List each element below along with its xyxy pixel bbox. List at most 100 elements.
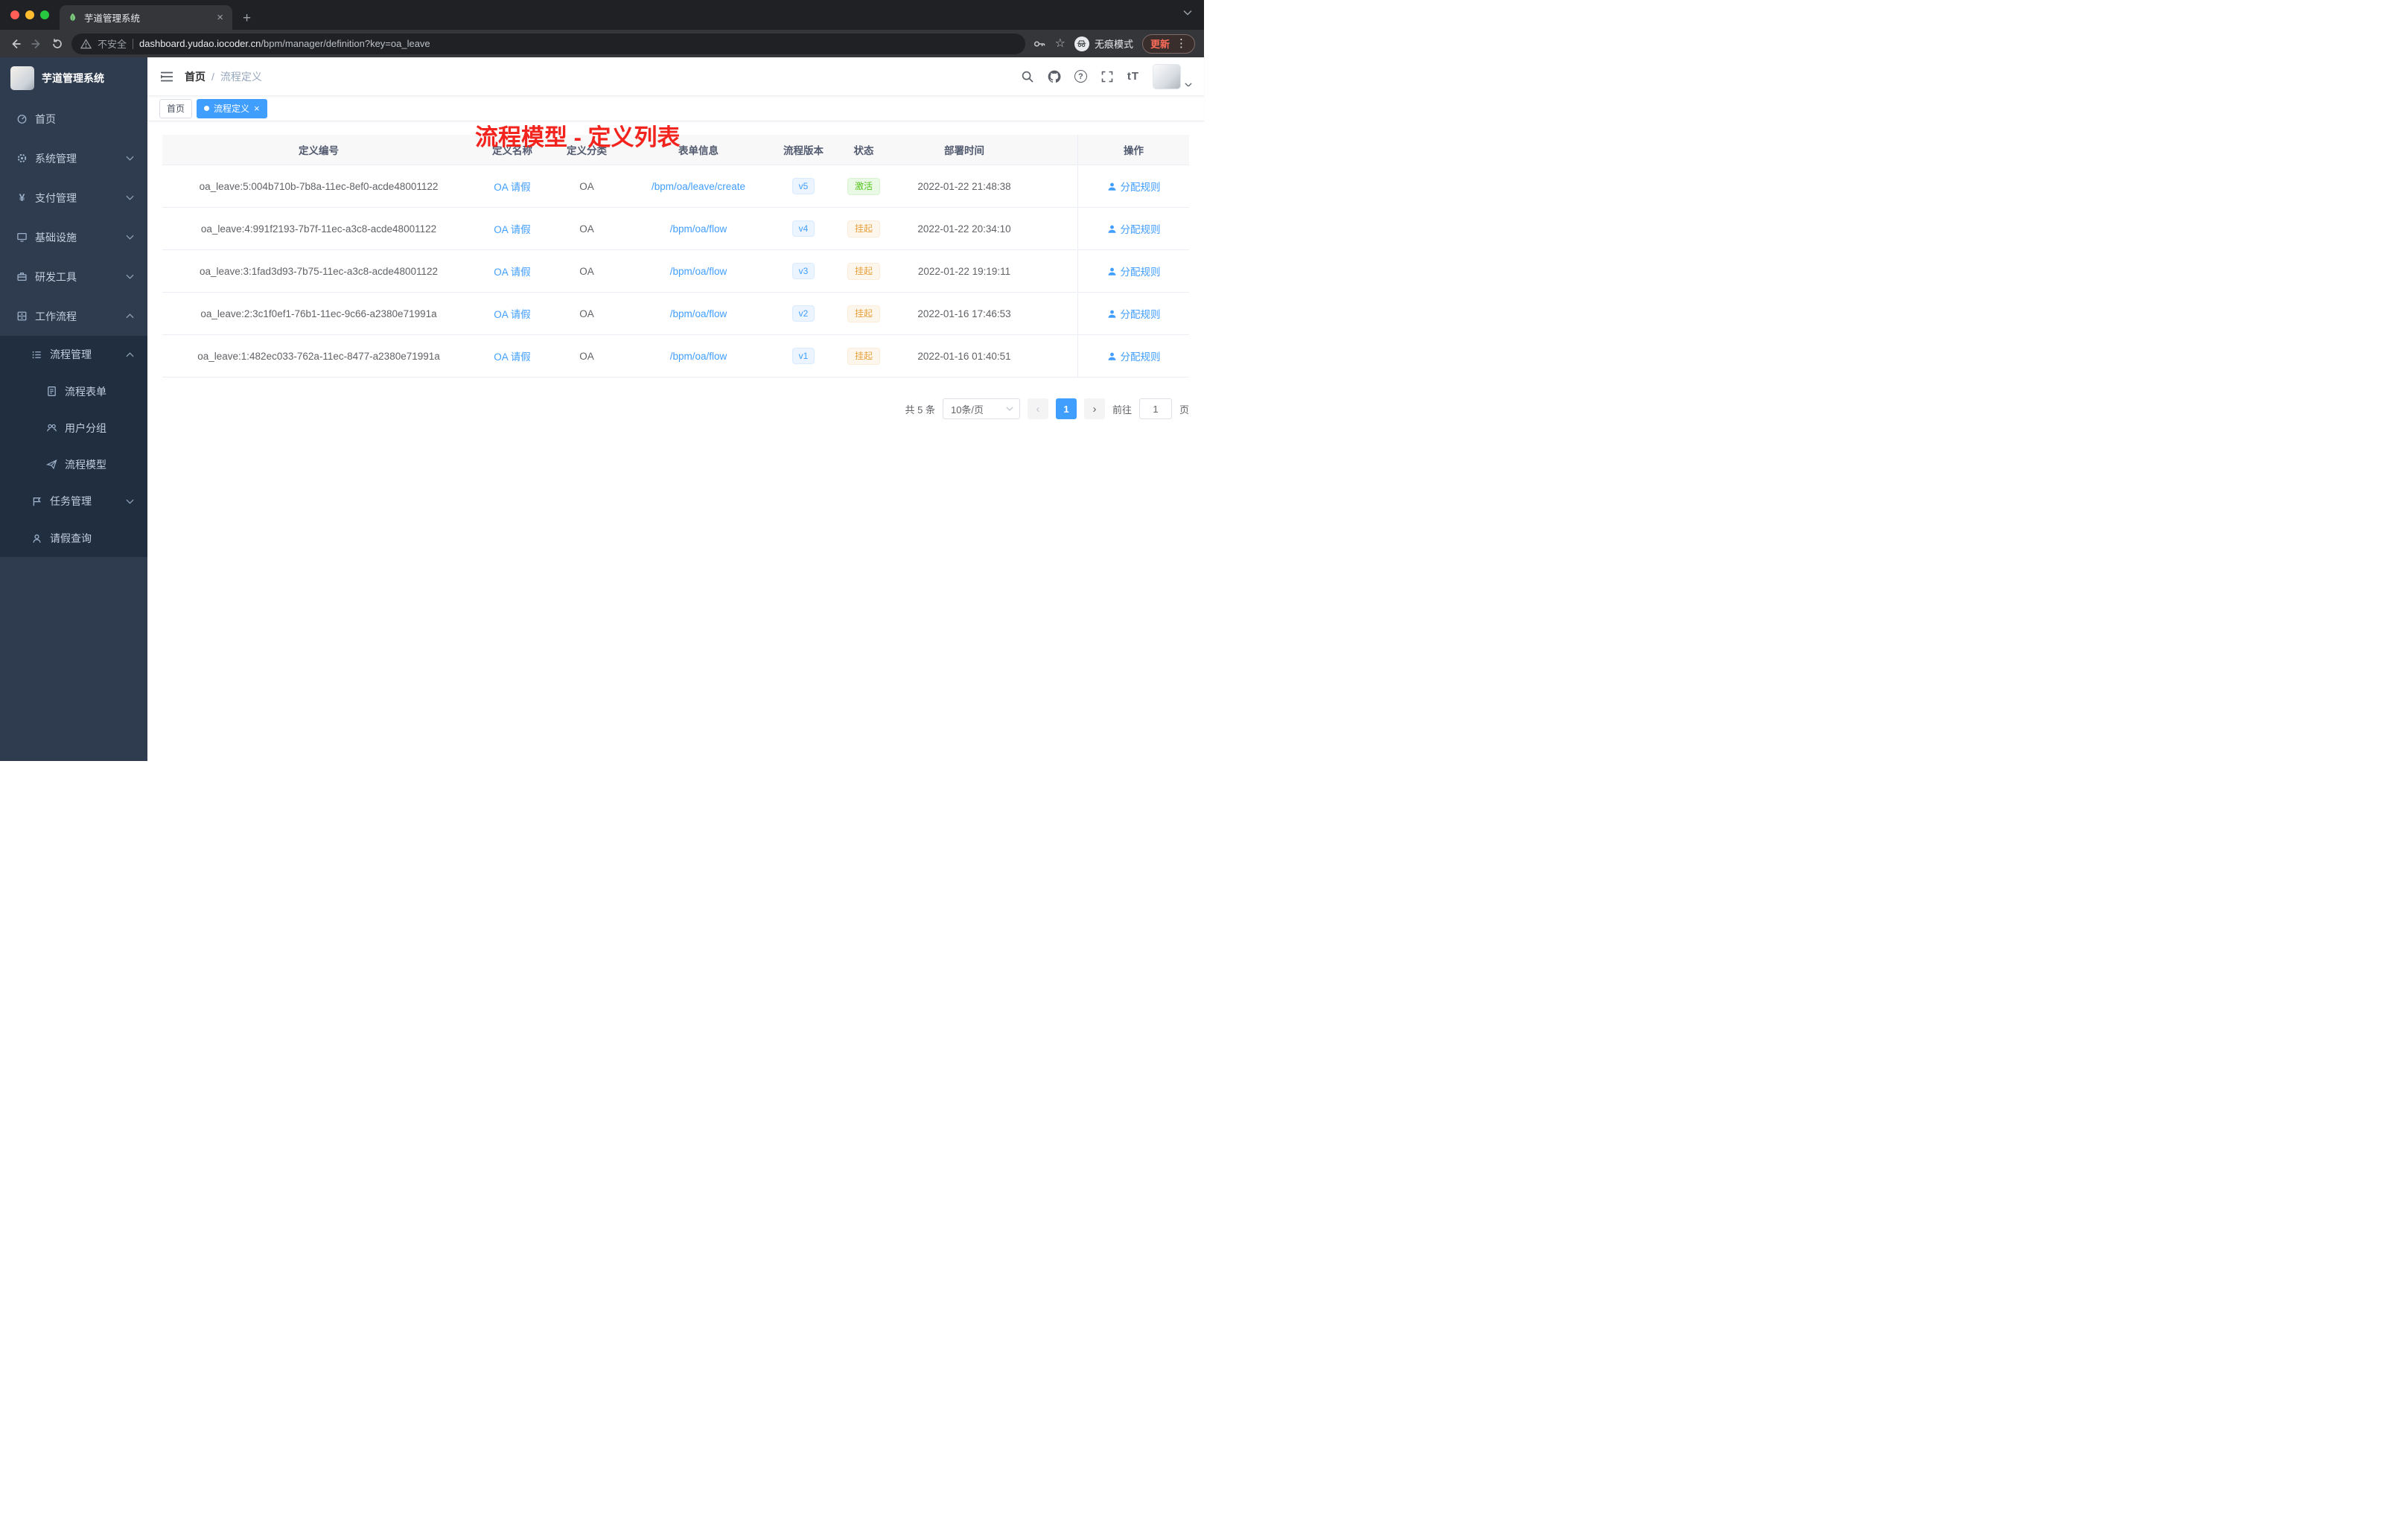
sidebar-item-leave-query[interactable]: 请假查询 [0,520,147,557]
form-info-link[interactable]: /bpm/oa/leave/create [652,181,745,192]
bookmark-star-icon[interactable]: ☆ [1055,37,1066,50]
form-info-link[interactable]: /bpm/oa/flow [670,223,727,235]
tags-view: 首页 流程定义 × [147,96,1204,121]
definition-name-link[interactable]: OA 请假 [494,224,531,235]
prev-page-button[interactable]: ‹ [1027,398,1048,419]
monitor-icon [16,232,28,243]
definition-id: oa_leave:3:1fad3d93-7b75-11ec-a3c8-acde4… [199,265,438,277]
assign-rule-link[interactable]: 分配规则 [1107,179,1161,194]
app-logo-row[interactable]: 芋道管理系统 [0,57,147,99]
sidebar-item-label: 请假查询 [50,532,92,544]
active-tag-dot [204,106,210,111]
user-avatar-menu[interactable] [1153,63,1192,89]
sidebar-item-process-model[interactable]: 流程模型 [0,446,147,483]
fullscreen-icon[interactable] [1101,70,1114,83]
goto-page-input[interactable] [1138,398,1172,419]
browser-menu-icon[interactable]: ⋮ [1176,38,1187,49]
tab-search-chevron-icon[interactable] [1183,10,1192,16]
sidebar-item-process-form[interactable]: 流程表单 [0,373,147,410]
sidebar-item-system[interactable]: 系统管理 [0,138,147,178]
sidebar-item-task-management[interactable]: 任务管理 [0,483,147,520]
sidebar-item-label: 系统管理 [35,152,77,165]
definition-name-link[interactable]: OA 请假 [494,267,531,278]
sidebar-item-workflow[interactable]: 工作流程 [0,296,147,336]
page-size-select[interactable]: 10条/页 [942,398,1020,419]
forward-button[interactable] [30,37,43,51]
zoom-window-button[interactable] [40,10,49,19]
assign-rule-link[interactable]: 分配规则 [1107,348,1161,363]
browser-update-chip[interactable]: 更新 ⋮ [1141,34,1195,54]
form-info-link[interactable]: /bpm/oa/flow [670,308,727,319]
assign-rule-link[interactable]: 分配规则 [1107,306,1161,321]
help-icon[interactable]: ? [1074,70,1087,83]
sidebar-item-dev-tools[interactable]: 研发工具 [0,257,147,296]
column-header: 部署时间 [944,145,984,156]
browser-tab[interactable]: 芋道管理系统 × [60,5,232,30]
status-badge: 激活 [847,177,880,195]
paper-plane-icon [46,459,57,470]
avatar[interactable] [1153,63,1181,89]
avatar-caret-icon [1185,82,1192,88]
reload-button[interactable] [51,37,64,51]
breadcrumb-current: 流程定义 [220,70,262,83]
font-size-icon[interactable]: tT [1127,70,1139,83]
definition-category: OA [579,350,594,362]
assign-rule-link[interactable]: 分配规则 [1107,221,1161,236]
minimize-window-button[interactable] [25,10,34,19]
table-row: oa_leave:2:3c1f0ef1-76b1-11ec-9c66-a2380… [162,293,1189,335]
tag-close-icon[interactable]: × [254,104,260,113]
column-header: 操作 [1077,135,1189,165]
url-host: dashboard.yudao.iocoder.cn [139,38,261,49]
document-icon [46,386,57,397]
update-label: 更新 [1150,39,1170,50]
app-window: 芋道管理系统 首页 系统管理 ¥ 支付管理 基础设施 研发工具 工作流程 流程管… [0,57,1204,761]
tag-label: 首页 [167,104,185,114]
definition-name-link[interactable]: OA 请假 [494,351,531,363]
form-info-link[interactable]: /bpm/oa/flow [670,266,727,277]
assign-rule-link[interactable]: 分配规则 [1107,264,1161,278]
form-info-link[interactable]: /bpm/oa/flow [670,351,727,362]
breadcrumb-separator: / [211,70,214,83]
next-page-button[interactable]: › [1083,398,1105,419]
dashboard-icon [16,113,28,124]
security-label[interactable]: 不安全 [98,36,127,51]
tag-label: 流程定义 [214,104,250,114]
sidebar-item-label: 研发工具 [35,270,77,283]
back-button[interactable] [9,37,22,51]
column-header: 流程版本 [783,145,824,156]
breadcrumb-home[interactable]: 首页 [185,69,206,84]
address-bar[interactable]: 不安全 dashboard.yudao.iocoder.cn/bpm/manag… [71,33,1025,54]
search-icon[interactable] [1021,70,1034,83]
sidebar-item-payment[interactable]: ¥ 支付管理 [0,178,147,217]
sidebar-item-user-group[interactable]: 用户分组 [0,410,147,446]
tab-close-icon[interactable]: × [215,12,225,23]
tag-home[interactable]: 首页 [159,98,193,118]
table-row: oa_leave:3:1fad3d93-7b75-11ec-a3c8-acde4… [162,250,1189,293]
tag-process-definition[interactable]: 流程定义 × [197,98,267,118]
password-key-icon[interactable] [1033,37,1046,51]
sidebar-item-infrastructure[interactable]: 基础设施 [0,217,147,257]
sidebar-collapse-icon[interactable] [159,69,174,84]
new-tab-button[interactable]: + [243,11,251,25]
definition-category: OA [579,223,594,235]
user-icon [1107,267,1117,276]
assign-rule-label: 分配规则 [1120,267,1161,278]
browser-tab-strip: 芋道管理系统 × + [0,0,1204,30]
definition-name-link[interactable]: OA 请假 [494,309,531,320]
sidebar-item-process-management[interactable]: 流程管理 [0,336,147,373]
definition-category: OA [579,308,594,319]
table-row: oa_leave:4:991f2193-7b7f-11ec-a3c8-acde4… [162,208,1189,250]
sidebar-item-home[interactable]: 首页 [0,99,147,138]
definition-id: oa_leave:4:991f2193-7b7f-11ec-a3c8-acde4… [200,223,437,235]
assign-rule-label: 分配规则 [1120,351,1161,363]
goto-prefix: 前往 [1112,404,1132,415]
close-window-button[interactable] [10,10,19,19]
url-text[interactable]: dashboard.yudao.iocoder.cn/bpm/manager/d… [139,38,430,49]
user-icon [1107,224,1117,234]
page-number-button[interactable]: 1 [1055,398,1077,419]
github-icon[interactable] [1048,70,1061,83]
definition-table: 定义编号 定义名称 定义分类 表单信息 流程版本 状态 部署时间 操作 oa_l… [162,135,1189,378]
sidebar-item-label: 首页 [35,112,56,125]
version-badge: v4 [791,220,815,237]
definition-name-link[interactable]: OA 请假 [494,182,531,193]
